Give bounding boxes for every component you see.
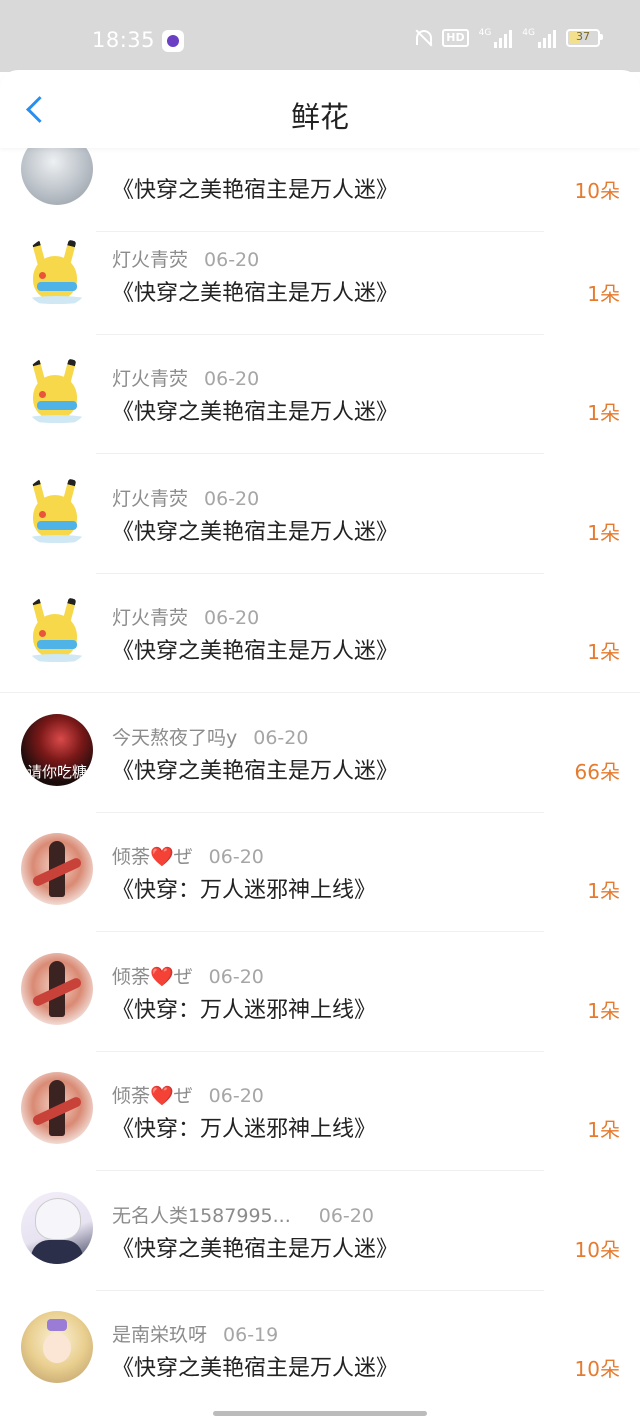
signal-icon: 4G <box>522 28 556 48</box>
divider <box>96 453 544 454</box>
item-meta: 倾荼❤️ぜ 06-20 <box>112 1081 264 1108</box>
item-meta: 是南栄玖呀 06-19 <box>112 1320 278 1347</box>
flower-count: 66朵 <box>574 760 620 784</box>
divider <box>96 1170 544 1171</box>
item-meta: 今天熬夜了吗y 06-20 <box>112 723 308 750</box>
signal-label: 4G <box>478 28 492 38</box>
gift-date: 06-19 <box>223 1324 279 1346</box>
gift-date: 06-20 <box>208 1085 264 1107</box>
hd-icon: HD <box>442 29 469 47</box>
flower-count: 10朵 <box>574 1357 620 1381</box>
user-name[interactable]: 倾荼❤️ぜ <box>112 1085 193 1107</box>
flower-count: 1朵 <box>587 640 620 664</box>
user-name[interactable]: 是南栄玖呀 <box>112 1324 207 1346</box>
divider <box>0 692 640 693</box>
avatar[interactable] <box>21 1072 93 1144</box>
avatar[interactable] <box>21 236 93 308</box>
item-meta: 灯火青荧 06-20 <box>112 484 259 511</box>
list-item[interactable]: 倾荼❤️ぜ 06-20 《快穿：万人迷邪神上线》 1朵 <box>0 933 640 1052</box>
item-meta: 倾荼❤️ぜ 06-20 <box>112 962 264 989</box>
list-item[interactable]: 请你吃糖 今天熬夜了吗y 06-20 《快穿之美艳宿主是万人迷》 66朵 <box>0 694 640 813</box>
list-item[interactable]: 无名人类1587995... 06-20 《快穿之美艳宿主是万人迷》 10朵 <box>0 1172 640 1291</box>
list-item[interactable]: 是南栄玖呀 06-19 《快穿之美艳宿主是万人迷》 10朵 <box>0 1291 640 1410</box>
gift-date: 06-20 <box>204 368 260 390</box>
gift-date: 06-20 <box>208 966 264 988</box>
user-name[interactable]: 灯火青荧 <box>112 368 188 390</box>
flower-count: 1朵 <box>587 521 620 545</box>
avatar[interactable] <box>21 833 93 905</box>
flower-count: 10朵 <box>574 1238 620 1262</box>
gift-date: 06-20 <box>204 249 260 271</box>
book-title: 《快穿之美艳宿主是万人迷》 <box>112 1237 399 1262</box>
book-title: 《快穿之美艳宿主是万人迷》 <box>112 281 399 306</box>
book-title: 《快穿之美艳宿主是万人迷》 <box>112 759 399 784</box>
list-item[interactable]: 灯火青荧 06-20 《快穿之美艳宿主是万人迷》 1朵 <box>0 216 640 335</box>
avatar[interactable] <box>21 594 93 666</box>
user-name[interactable]: 灯火青荧 <box>112 488 188 510</box>
page-title: 鲜花 <box>290 100 349 134</box>
avatar[interactable]: 请你吃糖 <box>21 714 93 786</box>
flower-count: 1朵 <box>587 999 620 1023</box>
signal-label: 4G <box>522 28 535 38</box>
list-item[interactable]: 灯火青荧 06-20 《快穿之美艳宿主是万人迷》 1朵 <box>0 574 640 693</box>
gift-date: 06-20 <box>318 1205 374 1227</box>
gift-date: 06-20 <box>204 488 260 510</box>
user-name[interactable]: 灯火青荧 <box>112 607 188 629</box>
avatar[interactable] <box>21 355 93 427</box>
gift-date: 06-20 <box>204 607 260 629</box>
flower-count: 1朵 <box>587 401 620 425</box>
gift-date: 06-20 <box>253 727 309 749</box>
home-indicator[interactable] <box>213 1411 427 1416</box>
flower-count: 10朵 <box>574 179 620 203</box>
item-meta: 灯火青荧 06-20 <box>112 603 259 630</box>
battery-level: 37 <box>576 30 590 43</box>
item-meta: 无名人类1587995... 06-20 <box>112 1201 374 1228</box>
user-name[interactable]: 灯火青荧 <box>112 249 188 271</box>
avatar-caption: 请你吃糖 <box>26 763 87 781</box>
divider <box>96 931 544 932</box>
book-title: 《快穿：万人迷邪神上线》 <box>112 998 377 1023</box>
avatar[interactable] <box>21 1311 93 1383</box>
list-item[interactable]: 倾荼❤️ぜ 06-20 《快穿：万人迷邪神上线》 1朵 <box>0 813 640 932</box>
list-item[interactable]: 灯火青荧 06-20 《快穿之美艳宿主是万人迷》 1朵 <box>0 335 640 454</box>
book-title: 《快穿之美艳宿主是万人迷》 <box>112 1356 399 1381</box>
user-name[interactable]: 倾荼❤️ぜ <box>112 966 193 988</box>
user-name[interactable]: 倾荼❤️ぜ <box>112 846 193 868</box>
item-meta: 灯火青荧 06-20 <box>112 364 259 391</box>
status-icons: HD 4G 4G 37 <box>414 28 603 48</box>
book-title: 《快穿之美艳宿主是万人迷》 <box>112 400 399 425</box>
avatar[interactable] <box>21 1192 93 1264</box>
book-title: 《快穿之美艳宿主是万人迷》 <box>112 178 399 203</box>
book-title: 《快穿：万人迷邪神上线》 <box>112 878 377 903</box>
list-item[interactable]: 倾荼❤️ぜ 06-20 《快穿：万人迷邪神上线》 1朵 <box>0 1052 640 1171</box>
app-notification-icon <box>162 30 184 52</box>
item-meta: 倾荼❤️ぜ 06-20 <box>112 842 264 869</box>
list-item[interactable]: 灯火青荧 06-20 《快穿之美艳宿主是万人迷》 1朵 <box>0 455 640 574</box>
book-title: 《快穿之美艳宿主是万人迷》 <box>112 520 399 545</box>
status-bar: 18:35 HD 4G 4G 37 <box>0 0 640 72</box>
item-meta: 灯火青荧 06-20 <box>112 245 259 272</box>
user-name[interactable]: 无名人类1587995... <box>112 1205 291 1227</box>
avatar[interactable] <box>21 475 93 547</box>
user-name[interactable]: 今天熬夜了吗y <box>112 727 237 749</box>
battery-icon: 37 <box>566 29 603 47</box>
flower-count: 1朵 <box>587 1118 620 1142</box>
flower-count: 1朵 <box>587 282 620 306</box>
flower-count: 1朵 <box>587 879 620 903</box>
signal-icon: 4G <box>479 28 513 48</box>
status-time: 18:35 <box>92 28 156 52</box>
book-title: 《快穿：万人迷邪神上线》 <box>112 1117 377 1142</box>
bell-muted-icon <box>414 28 433 48</box>
book-title: 《快穿之美艳宿主是万人迷》 <box>112 639 399 664</box>
nav-header: 鲜花 <box>0 70 640 148</box>
avatar[interactable] <box>21 953 93 1025</box>
gift-date: 06-20 <box>208 846 264 868</box>
